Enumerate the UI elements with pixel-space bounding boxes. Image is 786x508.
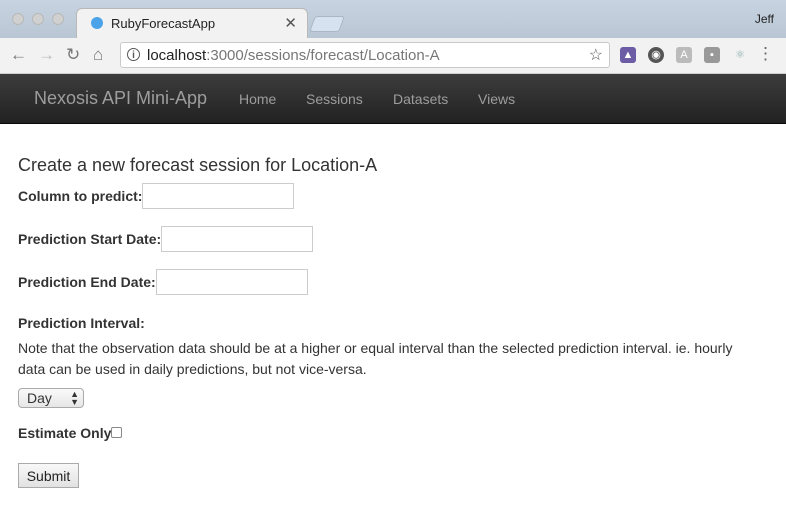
- window-zoom-control[interactable]: [52, 13, 64, 25]
- tab-favicon-icon: [91, 17, 103, 29]
- start-date-field: Prediction Start Date:: [18, 226, 314, 252]
- select-arrows-icon: ▲ ▼: [70, 389, 79, 407]
- start-date-label: Prediction Start Date:: [18, 231, 162, 247]
- interval-note: Note that the observation data should be…: [18, 340, 733, 377]
- new-tab-button[interactable]: [309, 16, 345, 32]
- start-date-input[interactable]: [161, 226, 314, 252]
- column-field: Column to predict:: [18, 183, 295, 209]
- column-input[interactable]: [142, 183, 295, 209]
- react-extension-icon[interactable]: ⚛: [732, 47, 748, 63]
- reload-icon[interactable]: ↻: [66, 45, 80, 65]
- nav-link-sessions[interactable]: Sessions: [306, 91, 363, 107]
- browser-toolbar: ← → ↻ ⌂ i localhost:3000/sessions/foreca…: [0, 38, 786, 74]
- bookmark-star-icon[interactable]: ☆: [589, 45, 603, 65]
- app-navbar: Nexosis API Mini-App Home Sessions Datas…: [0, 74, 786, 124]
- page-title: Create a new forecast session for Locati…: [18, 155, 378, 175]
- estimate-only-field: Estimate Only: [18, 425, 123, 441]
- submit-button[interactable]: Submit: [18, 463, 79, 488]
- profile-name[interactable]: Jeff: [755, 12, 774, 26]
- browser-tab[interactable]: RubyForecastApp ✕: [76, 8, 308, 38]
- address-bar[interactable]: i localhost:3000/sessions/forecast/Locat…: [120, 42, 610, 68]
- nav-link-datasets[interactable]: Datasets: [393, 91, 448, 107]
- forward-icon[interactable]: →: [38, 45, 55, 65]
- back-icon[interactable]: ←: [10, 45, 27, 65]
- home-icon[interactable]: ⌂: [93, 45, 103, 65]
- navbar-brand[interactable]: Nexosis API Mini-App: [34, 88, 207, 109]
- end-date-field: Prediction End Date:: [18, 269, 308, 295]
- estimate-only-label: Estimate Only: [18, 425, 112, 441]
- browser-titlebar: RubyForecastApp ✕ Jeff: [0, 0, 786, 38]
- interval-selected-value: Day: [27, 390, 52, 406]
- info-icon[interactable]: i: [127, 48, 140, 61]
- column-label: Column to predict:: [18, 188, 143, 204]
- nav-link-views[interactable]: Views: [478, 91, 515, 107]
- end-date-input[interactable]: [155, 269, 308, 295]
- extension-icon-2[interactable]: ◉: [648, 47, 664, 63]
- window-minimize-control[interactable]: [32, 13, 44, 25]
- url-text[interactable]: localhost:3000/sessions/forecast/Locatio…: [147, 47, 440, 64]
- interval-label: Prediction Interval:: [18, 315, 145, 331]
- tab-title: RubyForecastApp: [111, 16, 216, 31]
- interval-select[interactable]: Day ▲ ▼: [18, 388, 84, 408]
- angular-extension-icon[interactable]: A: [676, 47, 692, 63]
- extension-icon-4[interactable]: ▪: [704, 47, 720, 63]
- estimate-only-checkbox[interactable]: [111, 427, 123, 438]
- tab-close-icon[interactable]: ✕: [284, 14, 297, 32]
- menu-icon[interactable]: ⋮: [757, 44, 774, 64]
- nav-link-home[interactable]: Home: [239, 91, 276, 107]
- window-close-control[interactable]: [12, 13, 24, 25]
- end-date-label: Prediction End Date:: [18, 274, 156, 290]
- extension-icon-1[interactable]: ▲: [620, 47, 636, 63]
